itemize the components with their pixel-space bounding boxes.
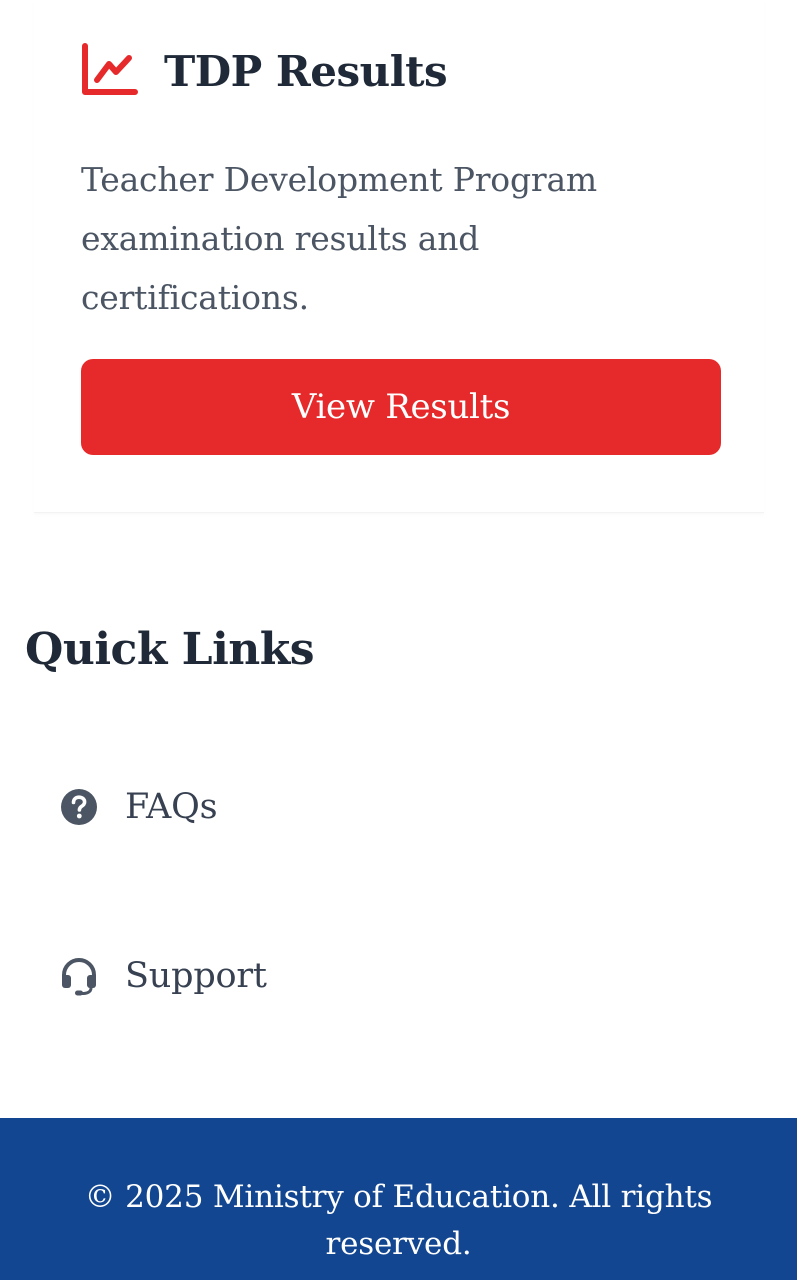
quick-links-title: Quick Links	[25, 624, 315, 675]
card-description: Teacher Development Program examination …	[81, 160, 598, 317]
footer-copyright: © 2025 Ministry of Education. All rights…	[84, 1179, 713, 1262]
headset-icon	[62, 957, 96, 996]
quick-link-faqs[interactable]: FAQs	[58, 786, 218, 828]
card-header: TDP Results	[81, 42, 448, 100]
quick-link-label: FAQs	[125, 787, 218, 827]
quick-link-support[interactable]: Support	[58, 955, 267, 997]
question-circle-icon	[61, 789, 97, 825]
tdp-results-card: TDP Results Teacher Development Program …	[34, 0, 764, 513]
quick-link-label: Support	[125, 956, 267, 996]
card-title: TDP Results	[164, 46, 448, 96]
view-results-button[interactable]: View Results	[81, 359, 721, 455]
site-footer: © 2025 Ministry of Education. All rights…	[0, 1118, 797, 1280]
chart-line-icon	[82, 43, 138, 95]
